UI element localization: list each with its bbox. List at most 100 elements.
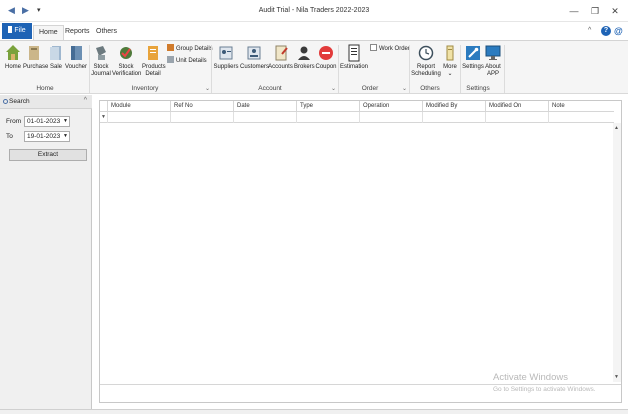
search-panel-title: Search [9,98,30,105]
order-group-label: Order [361,85,379,92]
ribbon-tabs: File Home Reports Others ^ ? @ [0,22,628,40]
brokers-button[interactable]: Brokers [294,44,315,71]
products-detail-button[interactable]: Products Detail [142,44,166,78]
more-label: More [443,64,457,70]
group-details-label: Group Details [176,46,213,52]
col-type[interactable]: Type [297,101,360,112]
col-modified-on[interactable]: Modified On [486,101,549,112]
group-separator [89,45,90,93]
customers-icon [247,46,261,60]
collapse-ribbon-icon[interactable]: ^ [588,27,591,34]
file-tab[interactable]: File [2,23,32,39]
scroll-down-icon[interactable]: ▼ [614,374,619,380]
inventory-group-label: Inventory [131,85,159,92]
report-scheduling-label-1: Report [416,64,435,70]
work-order-icon [370,44,377,51]
more-button[interactable]: More ⌄ [442,44,458,78]
stock-verification-button[interactable]: Stock Verification [112,44,142,78]
col-ref-no[interactable]: Ref No [171,101,234,112]
sale-icon [50,46,61,60]
more-icon [446,45,454,61]
account-expander-icon[interactable]: ⌄ [331,85,336,92]
coupon-icon [319,46,333,60]
products-detail-label-1: Products [142,64,166,70]
search-panel: Search ^ From 01-01-2023 ▼ To 19-01-2023… [0,95,92,414]
clock-icon [418,45,434,61]
filter-cell[interactable] [360,112,423,123]
inventory-expander-icon[interactable]: ⌄ [205,85,210,92]
settings-button[interactable]: Settings [462,44,484,71]
search-icon [3,99,8,104]
filter-cell[interactable] [549,112,614,123]
minimize-button[interactable]: — [566,4,582,18]
suppliers-label: Suppliers [213,64,239,70]
at-icon[interactable]: @ [614,26,623,36]
home-button[interactable]: Home [4,44,22,71]
filter-icon[interactable]: ▼ [101,114,106,120]
order-expander-icon[interactable]: ⌄ [402,85,407,92]
col-modified-by[interactable]: Modified By [423,101,486,112]
close-button[interactable]: ✕ [607,4,623,18]
voucher-button-label: Voucher [65,64,88,70]
group-separator [338,45,339,93]
extract-button[interactable]: Extract [9,149,87,161]
filter-cell[interactable] [234,112,297,123]
scroll-up-icon[interactable]: ▲ [614,125,619,131]
filter-cell[interactable] [423,112,486,123]
settings-group-label: Settings [466,85,490,92]
sale-button[interactable]: Sale [48,44,64,71]
tab-others[interactable]: Others [91,25,122,40]
collapse-panel-icon[interactable]: ^ [84,97,87,104]
vertical-scrollbar[interactable]: ▲ ▼ [613,123,621,382]
filter-row: ▼ [100,112,614,123]
purchase-button-label: Purchase [23,64,49,70]
products-detail-icon [148,46,158,60]
stock-journal-button[interactable]: Stock Journal [91,44,111,78]
ribbon: Home Purchase Sale Voucher Home Stock Jo… [0,40,628,94]
coupon-button[interactable]: Coupon [315,44,337,71]
stock-verification-label-2: Verification [112,71,142,77]
from-date-field[interactable]: 01-01-2023 ▼ [24,116,70,127]
grid-header: Module Ref No Date Type Operation Modifi… [100,101,614,112]
to-date-value: 19-01-2023 [27,133,61,140]
about-app-button[interactable]: About APP [484,44,502,78]
estimation-label: Estimation [340,64,369,70]
maximize-button[interactable]: ❐ [587,4,603,18]
suppliers-button[interactable]: Suppliers [213,44,239,71]
chevron-down-icon[interactable]: ▼ [63,117,68,126]
title-bar: ◀ ▶ ▾ Audit Trial - Nila Traders 2022-20… [0,0,628,22]
filter-cell[interactable] [108,112,171,123]
unit-details-button[interactable]: Unit Details [167,56,207,66]
voucher-button[interactable]: Voucher [65,44,87,71]
status-strip [0,409,628,414]
unit-details-icon [167,56,174,63]
window-title: Audit Trial - Nila Traders 2022-2023 [258,7,370,14]
estimation-button[interactable]: Estimation [340,44,368,71]
suppliers-icon [219,46,233,60]
help-icon[interactable]: ? [601,26,611,36]
filter-cell[interactable] [171,112,234,123]
customers-button[interactable]: Customers [240,44,269,71]
coupon-label: Coupon [315,64,337,70]
stock-journal-label-2: Journal [91,71,111,77]
col-operation[interactable]: Operation [360,101,423,112]
group-details-button[interactable]: Group Details [167,44,213,54]
filter-indicator: ▼ [100,112,108,123]
products-detail-label-2: Detail [145,71,161,77]
from-date-value: 01-01-2023 [27,118,61,125]
report-scheduling-button[interactable]: Report Scheduling [411,44,441,78]
tab-reports[interactable]: Reports [60,25,95,40]
col-date[interactable]: Date [234,101,297,112]
filter-cell[interactable] [486,112,549,123]
col-note[interactable]: Note [549,101,614,112]
purchase-button[interactable]: Purchase [23,44,49,71]
filter-cell[interactable] [297,112,360,123]
group-separator [211,45,212,93]
chevron-down-icon[interactable]: ▼ [63,132,68,141]
to-date-field[interactable]: 19-01-2023 ▼ [24,131,70,142]
accounts-button[interactable]: Accounts [268,44,293,71]
col-module[interactable]: Module [108,101,171,112]
work-order-button[interactable]: Work Order [370,44,410,54]
accounts-label: Accounts [268,64,293,70]
estimation-icon [348,44,360,62]
